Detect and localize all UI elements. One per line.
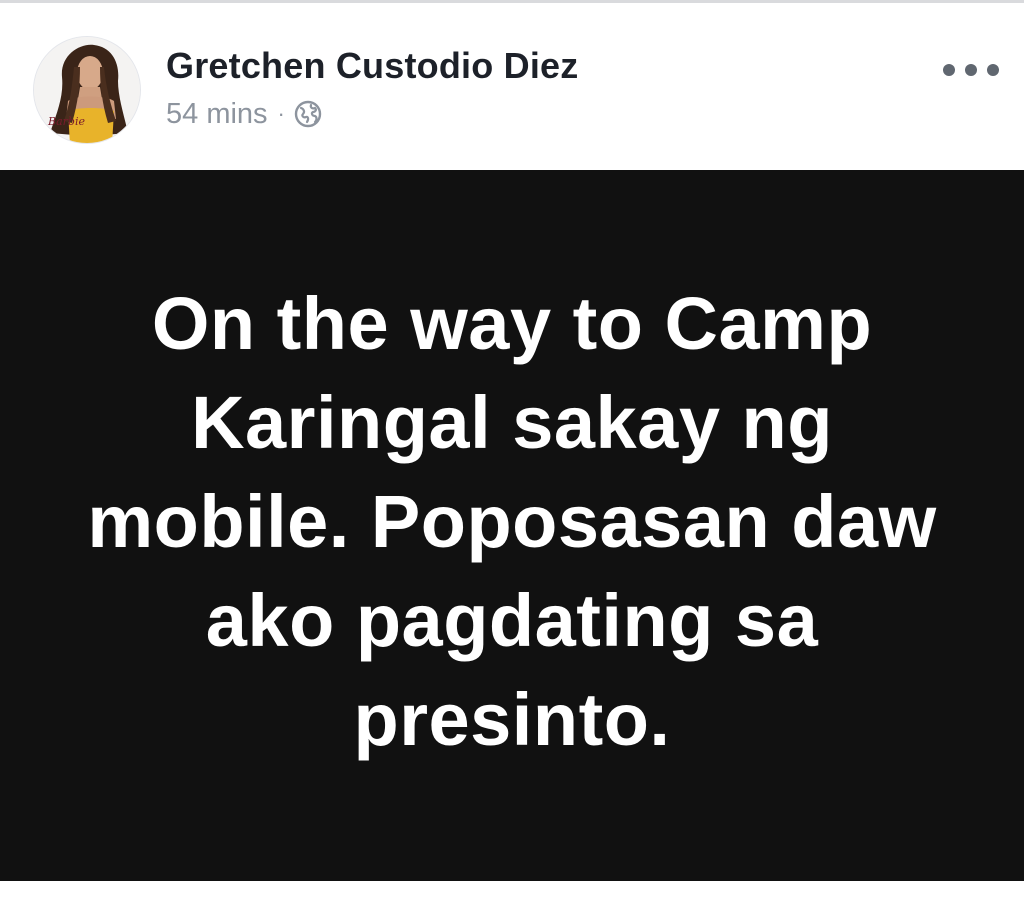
more-options-icon [943, 64, 955, 76]
post-meta: 54 mins · [166, 96, 323, 132]
globe-icon[interactable] [293, 99, 323, 129]
more-options-button[interactable] [943, 55, 999, 85]
status-text: On the way to Camp Karingal sakay ng mob… [87, 282, 937, 761]
status-background-card: On the way to Camp Karingal sakay ng mob… [0, 170, 1024, 881]
more-options-icon [965, 64, 977, 76]
avatar-logo-text: Barbie [47, 115, 85, 128]
post-footer-space [0, 881, 1024, 898]
post-header: Barbie Gretchen Custodio Diez 54 mins · [0, 3, 1024, 170]
meta-separator: · [277, 101, 285, 126]
facebook-post: Barbie Gretchen Custodio Diez 54 mins · … [0, 0, 1024, 898]
avatar[interactable]: Barbie [33, 36, 141, 144]
timestamp[interactable]: 54 mins [166, 98, 268, 131]
more-options-icon [987, 64, 999, 76]
avatar-photo: Barbie [34, 37, 140, 143]
author-name[interactable]: Gretchen Custodio Diez [166, 45, 578, 87]
